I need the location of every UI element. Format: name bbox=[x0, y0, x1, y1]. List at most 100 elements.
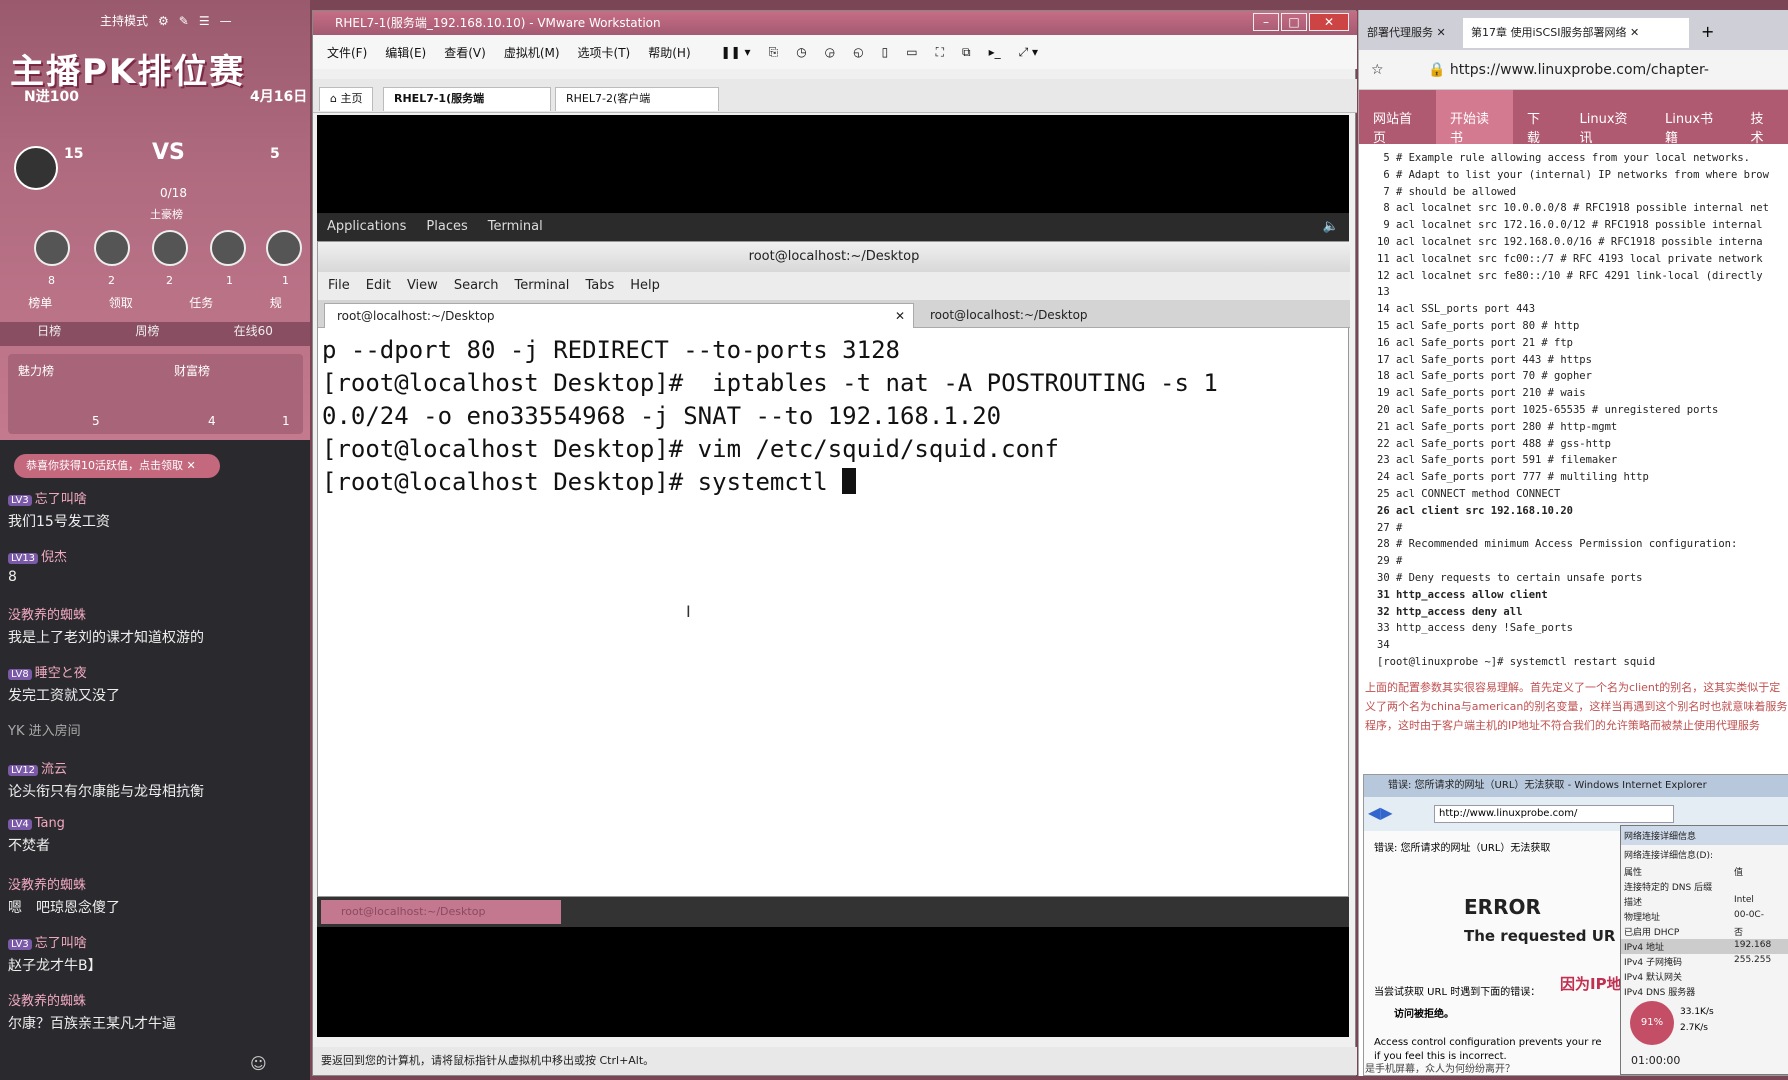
avatar[interactable] bbox=[152, 230, 188, 266]
nav-home[interactable]: 网站首页 bbox=[1359, 90, 1436, 146]
menu-file[interactable]: File bbox=[328, 272, 350, 300]
tab-home[interactable]: ⌂ 主页 bbox=[319, 87, 374, 111]
nav-news[interactable]: Linux资讯 bbox=[1566, 90, 1652, 146]
tab-rhel7-1[interactable]: RHEL7-1(服务端_192.168.... ✕ bbox=[383, 87, 551, 127]
tab-claim[interactable]: 领取 bbox=[109, 294, 133, 316]
vm-screen-top bbox=[317, 115, 1349, 213]
address-bar: ☆ 🔒 https://www.linuxprobe.com/chapter-1… bbox=[1359, 50, 1788, 118]
nav-tech[interactable]: 技术 bbox=[1737, 90, 1788, 146]
code-line: 28 # Recommended minimum Access Permissi… bbox=[1377, 538, 1738, 551]
menu-edit[interactable]: 编辑(E) bbox=[385, 44, 426, 61]
nav-read[interactable]: 开始读书 bbox=[1436, 90, 1513, 146]
close-icon[interactable]: ✕ bbox=[1437, 26, 1446, 39]
unity-icon[interactable]: ⧉ bbox=[962, 45, 971, 60]
menu-file[interactable]: 文件(F) bbox=[327, 44, 367, 61]
terminal-tab[interactable]: root@localhost:~/Desktop bbox=[918, 303, 1338, 328]
close-icon[interactable]: ✕ bbox=[895, 304, 905, 329]
menu-edit[interactable]: Edit bbox=[366, 272, 391, 300]
send-keys-icon[interactable]: ⎘ bbox=[769, 45, 779, 60]
terminal-output[interactable]: p --dport 80 -j REDIRECT --to-ports 3128… bbox=[322, 334, 1346, 894]
pause-icon[interactable]: ❚❚ ▾ bbox=[721, 45, 751, 59]
popup-row: IPv4 地址 192.168 bbox=[1621, 939, 1788, 954]
menu-view[interactable]: 查看(V) bbox=[444, 44, 486, 61]
chat-user[interactable]: 没教养的蜘蛛 bbox=[8, 994, 86, 1009]
code-line: 29 # bbox=[1377, 555, 1403, 568]
menu-tabs[interactable]: Tabs bbox=[585, 272, 614, 300]
tab-rhel7-2[interactable]: RHEL7-2(客户端_192.168.10... bbox=[555, 87, 719, 127]
menu-terminal[interactable]: Terminal bbox=[514, 272, 569, 300]
settings-icon[interactable]: ⚙ bbox=[158, 14, 169, 28]
avatar[interactable] bbox=[14, 146, 58, 190]
snapshot-icon[interactable]: ◷ bbox=[796, 45, 806, 59]
taskbar-terminal[interactable]: root@localhost:~/Desktop bbox=[321, 900, 561, 924]
chat-user[interactable]: 倪杰 bbox=[41, 550, 67, 565]
host-mode-label[interactable]: 主持模式 bbox=[100, 12, 148, 29]
menu-help[interactable]: Help bbox=[630, 272, 660, 300]
rank-title-wealth[interactable]: 财富榜 bbox=[174, 362, 210, 379]
chat-user[interactable]: 睡空と夜 bbox=[35, 666, 87, 681]
chat-text: 赵子龙才牛B】 bbox=[8, 958, 102, 974]
host-mode-bar[interactable]: 主持模式 ⚙ ✎ ☰ — bbox=[100, 12, 232, 29]
stretch-icon[interactable]: ⤢ ▾ bbox=[1019, 45, 1038, 60]
chat-text: 发完工资就又没了 bbox=[8, 688, 120, 704]
close-button[interactable]: ✕ bbox=[1309, 13, 1349, 31]
gift-notice[interactable]: 恭喜你获得10活跃值，点击领取 ✕ bbox=[14, 454, 220, 478]
rank-title-charm[interactable]: 魅力榜 bbox=[18, 362, 54, 379]
menu-icon[interactable]: ☰ bbox=[199, 14, 210, 28]
tab-rules[interactable]: 规 bbox=[270, 294, 282, 316]
volume-icon[interactable]: 🔈 bbox=[1323, 213, 1339, 241]
chat-user[interactable]: 没教养的蜘蛛 bbox=[8, 878, 86, 893]
snapshot-manager-icon[interactable]: ◵ bbox=[853, 45, 863, 59]
code-line: 20 acl Safe_ports port 1025-65535 # unre… bbox=[1377, 403, 1719, 416]
chat-user[interactable]: 流云 bbox=[41, 762, 67, 777]
avatar[interactable] bbox=[266, 230, 302, 266]
tab-tasks[interactable]: 任务 bbox=[189, 294, 213, 316]
gnome-applications[interactable]: Applications bbox=[327, 213, 406, 241]
chat-user[interactable]: 忘了叫啥 bbox=[35, 936, 87, 951]
menu-help[interactable]: 帮助(H) bbox=[648, 44, 690, 61]
popup-key: 物理地址 bbox=[1624, 913, 1661, 923]
chat-user[interactable]: 没教养的蜘蛛 bbox=[8, 608, 86, 623]
tab-weekly[interactable]: 周榜 bbox=[135, 322, 159, 346]
terminal-tab-active[interactable]: root@localhost:~/Desktop ✕ bbox=[324, 303, 914, 328]
minimize-button[interactable]: – bbox=[1253, 13, 1279, 31]
chat-user[interactable]: 忘了叫啥 bbox=[35, 492, 87, 507]
gnome-places[interactable]: Places bbox=[426, 213, 467, 241]
tab-daily[interactable]: 日榜 bbox=[37, 322, 61, 346]
sidebar-icon[interactable]: ▯ bbox=[882, 45, 889, 59]
nav-books[interactable]: Linux书籍 bbox=[1651, 90, 1737, 146]
star-icon[interactable]: ☆ bbox=[1371, 62, 1384, 78]
new-tab-button[interactable]: + bbox=[1701, 22, 1714, 41]
menu-vm[interactable]: 虚拟机(M) bbox=[504, 44, 560, 61]
close-icon[interactable]: ✕ bbox=[1630, 26, 1639, 39]
snapshot-revert-icon[interactable]: ◶ bbox=[825, 45, 835, 59]
fullscreen-icon[interactable]: ⛶ bbox=[936, 45, 944, 60]
avatar[interactable] bbox=[94, 230, 130, 266]
edit-icon[interactable]: ✎ bbox=[179, 14, 189, 28]
browser-tab[interactable]: 部署代理服务 ✕ bbox=[1359, 18, 1455, 48]
gnome-terminal[interactable]: Terminal bbox=[488, 213, 543, 241]
chat-user[interactable]: Tang bbox=[35, 816, 65, 831]
menu-search[interactable]: Search bbox=[454, 272, 499, 300]
close-icon[interactable]: ✕ bbox=[187, 459, 196, 472]
menu-view[interactable]: View bbox=[407, 272, 438, 300]
menu-tabs[interactable]: 选项卡(T) bbox=[578, 44, 631, 61]
code-line: [root@linuxprobe ~]# systemctl restart s… bbox=[1377, 655, 1656, 668]
terminal-window: root@localhost:~/Desktop File Edit View … bbox=[317, 241, 1350, 897]
maximize-button[interactable]: □ bbox=[1281, 13, 1307, 31]
console-icon[interactable]: ▸_ bbox=[989, 45, 1001, 59]
ie-tab: 错误: 您所请求的网址（URL）无法获取 bbox=[1374, 843, 1551, 854]
speed-gauge: 91% bbox=[1630, 1001, 1674, 1045]
tab-online[interactable]: 在线60 bbox=[234, 322, 273, 346]
browser-tab-active[interactable]: 第17章 使用iSCSI服务部署网络 ✕ bbox=[1463, 18, 1689, 48]
avatar[interactable] bbox=[210, 230, 246, 266]
emoji-icon[interactable]: ☺ bbox=[250, 1054, 267, 1073]
minimize-icon[interactable]: — bbox=[220, 14, 232, 28]
nav-download[interactable]: 下载 bbox=[1513, 90, 1566, 146]
vmware-window: RHEL7-1(服务端_192.168.10.10) - VMware Work… bbox=[312, 10, 1357, 1076]
chat-text: 8 bbox=[8, 569, 17, 585]
tab-rank[interactable]: 榜单 bbox=[28, 294, 52, 316]
avatar[interactable] bbox=[34, 230, 70, 266]
vmware-menubar: 文件(F) 编辑(E) 查看(V) 虚拟机(M) 选项卡(T) 帮助(H) ❚❚… bbox=[313, 35, 1357, 69]
thumbnail-icon[interactable]: ▭ bbox=[906, 45, 917, 59]
